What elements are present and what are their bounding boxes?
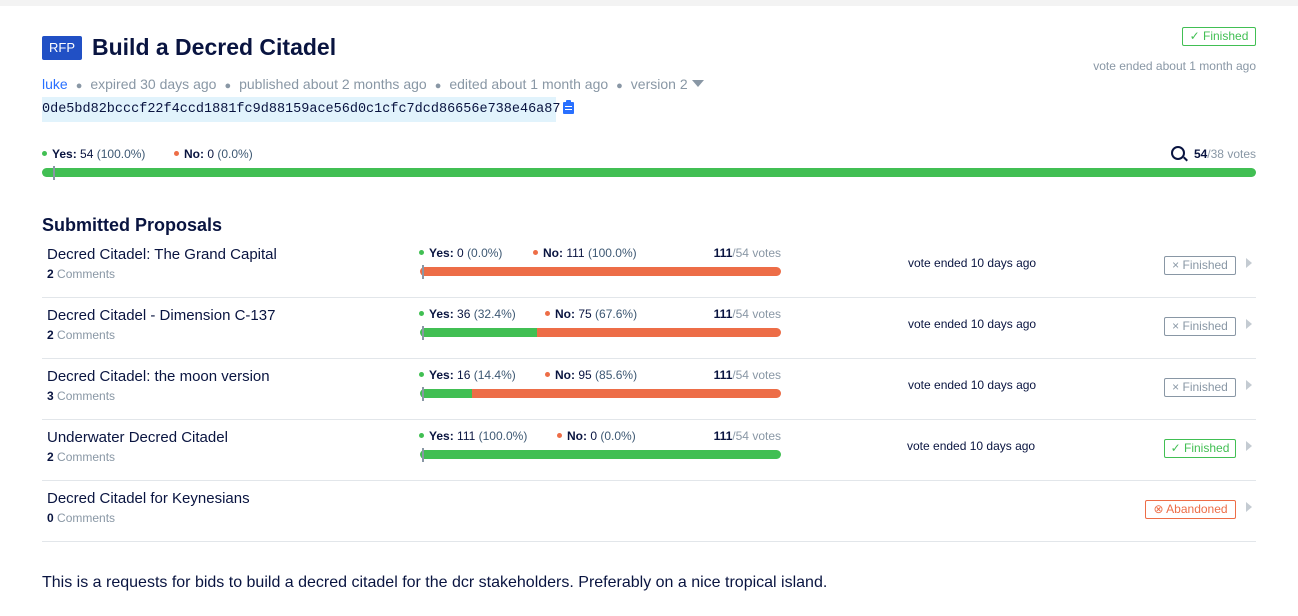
comments-count[interactable]: 2 Comments — [47, 450, 115, 464]
proposal-token: 0de5bd82bcccf22f4ccd1881fc9d88159ace56d0… — [42, 97, 560, 122]
no-dot-icon — [533, 250, 538, 255]
list-item[interactable]: Underwater Decred Citadel 2 Comments Yes… — [42, 419, 1256, 481]
yes-bar-fill — [420, 389, 472, 398]
vote-ended-text: vote ended 10 days ago — [908, 378, 1037, 392]
proposal-title[interactable]: Build a Decred Citadel — [92, 34, 336, 61]
version-label: version 2 — [630, 76, 688, 92]
vote-legend-no: No: 111 (100.0%) — [533, 246, 637, 260]
vote-legend-no: No: 75 (67.6%) — [545, 307, 637, 321]
vote-progress-bar — [420, 328, 781, 337]
chevron-right-icon[interactable] — [1246, 319, 1252, 329]
proposal-meta: luke ● expired 30 days ago ● published about… — [42, 76, 704, 92]
yes-dot-icon — [419, 433, 424, 438]
chevron-right-icon[interactable] — [1246, 502, 1252, 512]
no-bar-fill — [420, 267, 781, 276]
status-badge: × Finished — [1164, 378, 1236, 397]
vote-progress-bar — [420, 267, 781, 276]
vote-ended-text: vote ended 10 days ago — [908, 317, 1037, 331]
status-badge: ⊗ Abandoned — [1145, 500, 1236, 519]
quorum-marker — [422, 387, 424, 401]
yes-percent: (100.0%) — [96, 147, 146, 161]
yes-bar-fill — [420, 328, 537, 337]
chevron-right-icon[interactable] — [1246, 380, 1252, 390]
quorum-marker — [422, 265, 424, 279]
separator-dot: ● — [224, 80, 232, 92]
no-dot-icon — [557, 433, 562, 438]
submission-title[interactable]: Decred Citadel: the moon version — [47, 368, 270, 385]
vote-totals: 54/38 votes — [1194, 147, 1256, 161]
yes-count: 54 — [80, 147, 94, 161]
submission-title[interactable]: Decred Citadel - Dimension C-137 — [47, 307, 275, 324]
list-item[interactable]: Decred Citadel: The Grand Capital 2 Comm… — [42, 236, 1256, 298]
no-count: 0 — [207, 147, 215, 161]
rfp-badge: RFP — [42, 36, 82, 60]
status-badge: ✓ Finished — [1164, 439, 1236, 458]
vote-ended-text: vote ended 10 days ago — [908, 256, 1037, 270]
yes-dot-icon — [419, 372, 424, 377]
quorum-marker — [53, 166, 55, 180]
comments-count[interactable]: 2 Comments — [47, 328, 115, 342]
author-link[interactable]: luke — [42, 76, 68, 92]
submitted-proposals-heading: Submitted Proposals — [42, 215, 223, 235]
proposal-card: RFP Build a Decred Citadel ✓ Finished vo… — [0, 6, 1298, 616]
vote-legend-yes: Yes: 0 (0.0%) — [419, 246, 502, 260]
vote-progress-bar — [42, 168, 1256, 177]
chevron-down-icon — [691, 80, 704, 87]
vote-totals: 111/54 votes — [713, 246, 781, 260]
comments-count[interactable]: 0 Comments — [47, 511, 115, 525]
no-bar-fill — [471, 389, 781, 398]
version-dropdown[interactable]: version 2 — [631, 76, 704, 92]
yes-bar-fill — [42, 168, 1256, 177]
chevron-right-icon[interactable] — [1246, 441, 1252, 451]
quorum-marker — [422, 448, 424, 462]
yes-dot-icon — [419, 250, 424, 255]
expired-text: expired 30 days ago — [90, 76, 217, 92]
no-dot-icon — [545, 311, 550, 316]
yes-dot-icon — [419, 311, 424, 316]
vote-legend-no: No: 0 (0.0%) — [174, 147, 253, 161]
vote-legend-yes: Yes: 16 (14.4%) — [419, 368, 516, 382]
quorum-votes: /38 votes — [1207, 147, 1256, 161]
status-badge: × Finished — [1164, 256, 1236, 275]
vote-legend-yes: Yes: 111 (100.0%) — [419, 429, 527, 443]
vote-progress-bar — [420, 450, 781, 459]
quorum-marker — [422, 326, 424, 340]
clipboard-icon[interactable] — [563, 100, 574, 114]
no-bar-fill — [536, 328, 781, 337]
comments-count[interactable]: 2 Comments — [47, 267, 115, 281]
comments-count[interactable]: 3 Comments — [47, 389, 115, 403]
total-votes: 54 — [1193, 147, 1208, 161]
separator-dot: ● — [434, 80, 442, 92]
search-icon[interactable] — [1171, 146, 1185, 160]
submission-title[interactable]: Underwater Decred Citadel — [47, 429, 228, 446]
status-badge: ✓ Finished — [1182, 27, 1256, 46]
list-item[interactable]: Decred Citadel: the moon version 3 Comme… — [42, 358, 1256, 420]
no-dot-icon — [174, 151, 179, 156]
vote-ended-text: vote ended about 1 month ago — [1093, 59, 1256, 73]
edited-text: edited about 1 month ago — [449, 76, 609, 92]
chevron-right-icon[interactable] — [1246, 258, 1252, 268]
yes-dot-icon — [42, 151, 47, 156]
vote-progress-bar — [420, 389, 781, 398]
list-item[interactable]: Decred Citadel - Dimension C-137 2 Comme… — [42, 297, 1256, 359]
status-badge: × Finished — [1164, 317, 1236, 336]
list-item[interactable]: Decred Citadel for Keynesians 0 Comments… — [42, 480, 1256, 542]
separator-dot: ● — [616, 80, 623, 92]
vote-legend-yes: Yes: 36 (32.4%) — [419, 307, 516, 321]
submission-title[interactable]: Decred Citadel for Keynesians — [47, 490, 250, 507]
published-text: published about 2 months ago — [239, 76, 427, 92]
vote-totals: 111/54 votes — [713, 429, 781, 443]
vote-legend-yes: Yes: 54 (100.0%) — [42, 147, 145, 161]
no-dot-icon — [545, 372, 550, 377]
vote-totals: 111/54 votes — [713, 368, 781, 382]
proposal-description: This is a requests for bids to build a d… — [42, 574, 828, 591]
vote-ended-text: vote ended 10 days ago — [907, 439, 1036, 453]
separator-dot: ● — [75, 80, 83, 92]
yes-bar-fill — [420, 450, 781, 459]
vote-legend-no: No: 95 (85.6%) — [545, 368, 637, 382]
submission-title[interactable]: Decred Citadel: The Grand Capital — [47, 246, 277, 263]
no-percent: (0.0%) — [217, 147, 253, 161]
vote-legend-no: No: 0 (0.0%) — [557, 429, 636, 443]
vote-totals: 111/54 votes — [713, 307, 781, 321]
